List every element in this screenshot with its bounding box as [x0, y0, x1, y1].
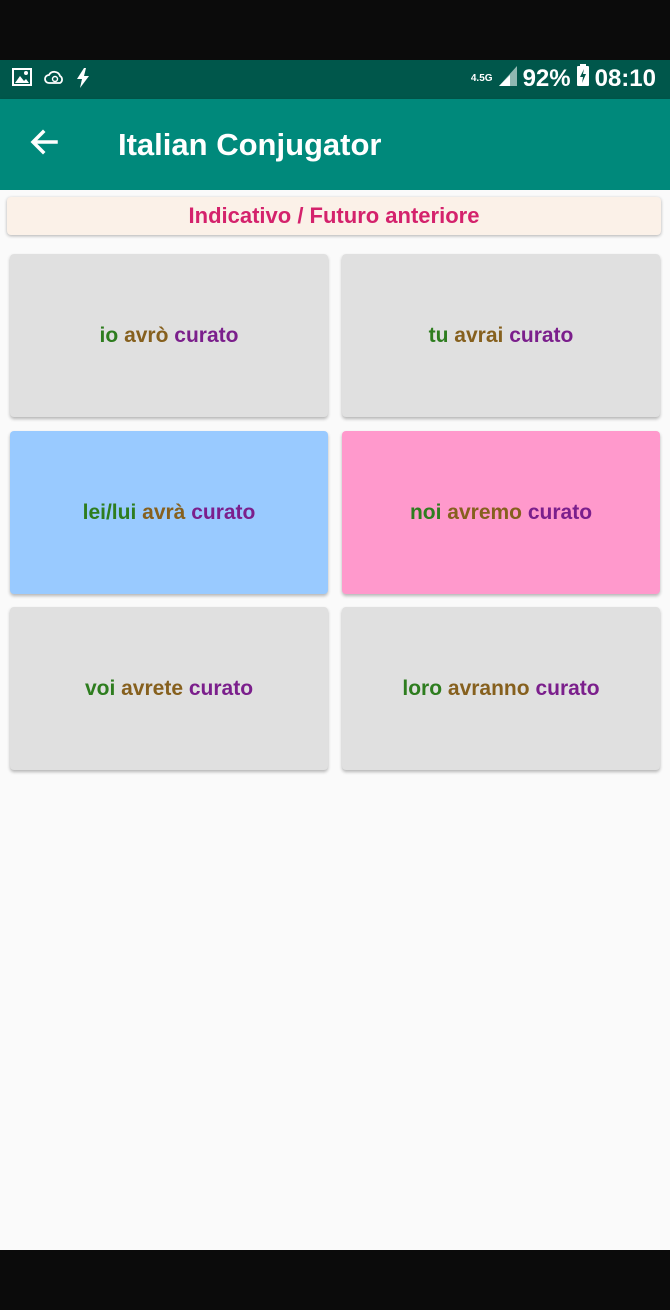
- back-arrow-icon: [26, 129, 62, 164]
- tense-banner: Indicativo / Futuro anteriore: [7, 197, 661, 235]
- main-content: Indicativo / Futuro anteriore io avrò cu…: [0, 190, 670, 1250]
- conjugation-card[interactable]: io avrò curato: [10, 254, 328, 417]
- status-bar: 4.5G 92% 08:10: [0, 60, 670, 99]
- battery-level: 92%: [522, 64, 571, 92]
- conjugation-card[interactable]: lei/lui avrà curato: [10, 431, 328, 594]
- battery-charging-icon: [576, 64, 589, 93]
- pronoun: tu: [428, 323, 449, 347]
- past-participle: curato: [527, 500, 593, 524]
- pronoun: io: [99, 323, 119, 347]
- network-type-label: 4.5G: [470, 72, 493, 84]
- auxiliary-verb: avrò: [124, 323, 169, 347]
- flash-icon: [76, 68, 96, 88]
- app-title: Italian Conjugator: [118, 127, 382, 162]
- pronoun: lei/lui: [82, 500, 137, 524]
- auxiliary-verb: avremo: [447, 500, 523, 524]
- conjugation-card[interactable]: tu avrai curato: [342, 254, 660, 417]
- cloud-sync-icon: [44, 68, 64, 88]
- pronoun: noi: [409, 500, 442, 524]
- past-participle: curato: [509, 323, 574, 347]
- image-icon: [12, 68, 32, 88]
- app-bar: Italian Conjugator: [0, 99, 670, 190]
- pronoun: voi: [84, 676, 116, 700]
- past-participle: curato: [191, 500, 256, 524]
- past-participle: curato: [188, 676, 254, 700]
- pronoun: loro: [402, 676, 443, 700]
- conjugation-card[interactable]: voi avrete curato: [10, 607, 328, 770]
- bottom-screen-bezel: [0, 1250, 670, 1310]
- past-participle: curato: [535, 676, 600, 700]
- conjugation-card[interactable]: noi avremo curato: [342, 431, 660, 594]
- conjugation-card[interactable]: loro avranno curato: [342, 607, 660, 770]
- auxiliary-verb: avrai: [454, 323, 504, 347]
- past-participle: curato: [174, 323, 239, 347]
- top-screen-bezel: [0, 0, 670, 60]
- auxiliary-verb: avrà: [142, 500, 186, 524]
- clock: 08:10: [594, 64, 656, 92]
- signal-icon: [498, 65, 517, 93]
- auxiliary-verb: avrete: [121, 676, 184, 700]
- auxiliary-verb: avranno: [447, 676, 530, 700]
- back-button[interactable]: [26, 124, 66, 164]
